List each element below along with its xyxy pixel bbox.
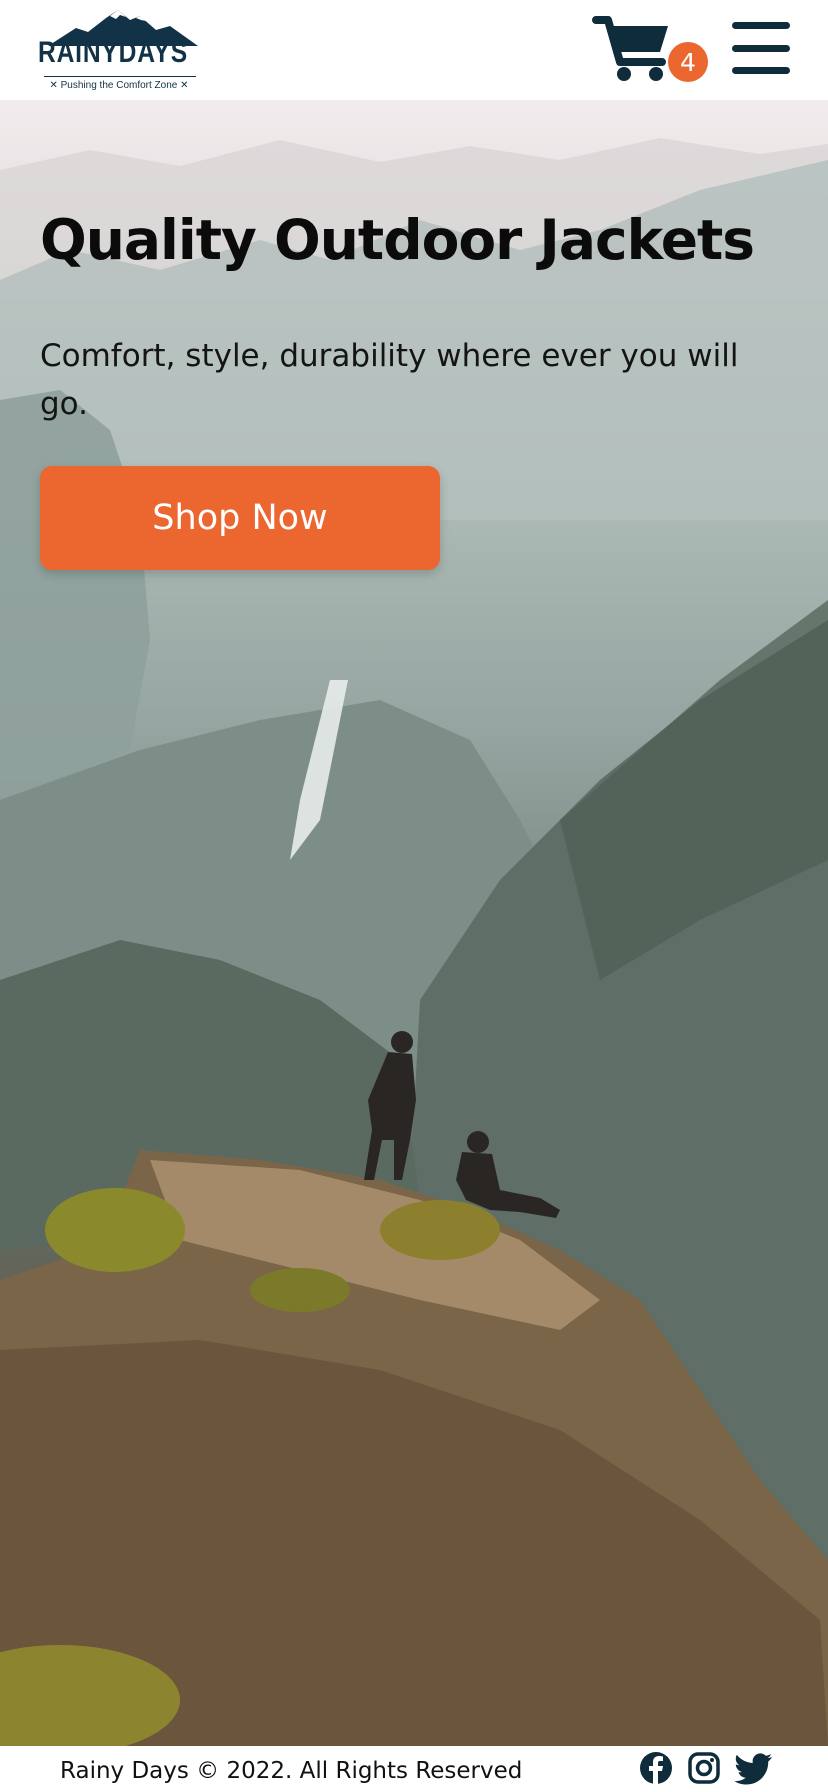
brand-logo[interactable]: RAINYDAYS ✕ Pushing the Comfort Zone ✕ <box>38 6 200 96</box>
shop-now-button[interactable]: Shop Now <box>40 466 440 570</box>
instagram-link[interactable] <box>686 1750 722 1786</box>
twitter-icon <box>734 1753 772 1785</box>
twitter-link[interactable] <box>734 1750 774 1786</box>
hamburger-menu-button[interactable] <box>732 22 790 74</box>
brand-name: RAINYDAYS <box>38 36 189 69</box>
cart-button[interactable] <box>592 14 672 84</box>
hero-section: Quality Outdoor Jackets Comfort, style, … <box>0 100 828 1746</box>
site-header: RAINYDAYS ✕ Pushing the Comfort Zone ✕ 4 <box>0 0 828 100</box>
brand-tagline: ✕ Pushing the Comfort Zone ✕ <box>49 80 189 91</box>
instagram-icon <box>688 1752 720 1784</box>
logo-divider <box>44 76 196 77</box>
facebook-icon <box>640 1752 672 1784</box>
hamburger-menu-icon <box>732 22 790 29</box>
hero-title: Quality Outdoor Jackets <box>40 208 755 272</box>
hero-subtitle: Comfort, style, durability where ever yo… <box>40 338 739 422</box>
copyright-text: Rainy Days © 2022. All Rights Reserved <box>60 1758 523 1784</box>
site-footer: Rainy Days © 2022. All Rights Reserved <box>0 1746 828 1792</box>
facebook-link[interactable] <box>638 1750 674 1786</box>
menu-bar <box>732 44 790 52</box>
cart-count-badge: 4 <box>668 42 708 82</box>
shopping-cart-icon <box>592 16 668 81</box>
menu-bar <box>732 67 790 74</box>
